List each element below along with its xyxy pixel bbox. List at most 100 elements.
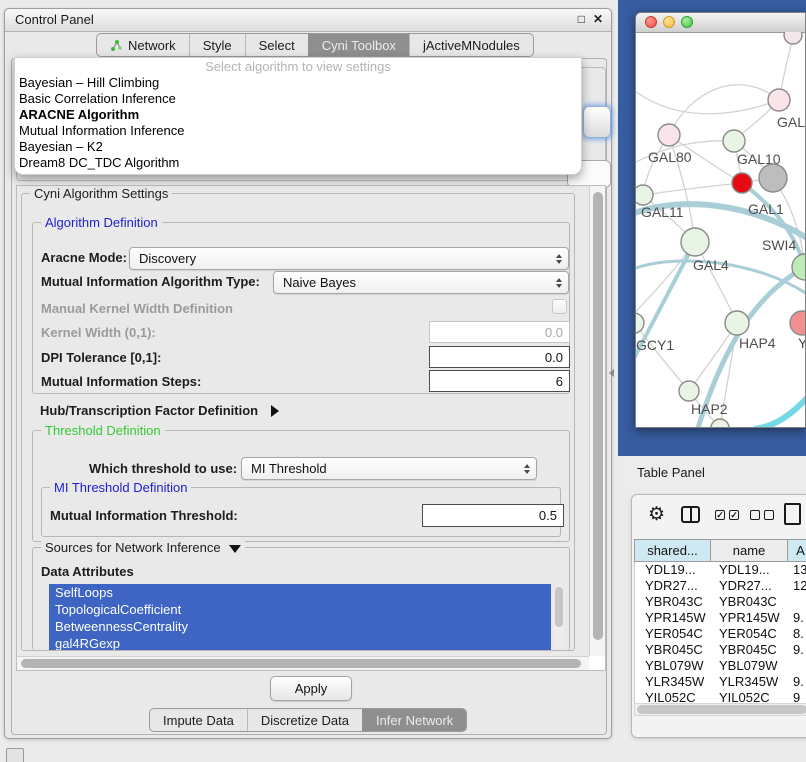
bottom-tab-impute-data[interactable]: Impute Data (150, 709, 247, 731)
gear-icon[interactable]: ⚙ (648, 504, 665, 526)
network-node-gal10[interactable] (723, 130, 745, 152)
attribute-item-betweennesscentrality[interactable]: BetweennessCentrality (49, 618, 551, 635)
algorithm-option-dream8-dc-tdc-algorithm[interactable]: Dream8 DC_TDC Algorithm (15, 155, 581, 171)
network-node-hap2[interactable] (679, 381, 699, 401)
network-node-gal4[interactable] (681, 228, 709, 256)
table-row[interactable]: YLR345WYLR345W9. (635, 674, 806, 690)
bottom-tab-discretize-data[interactable]: Discretize Data (247, 709, 362, 731)
close-traffic-light-icon[interactable] (645, 16, 657, 28)
tab-cyni-toolbox[interactable]: Cyni Toolbox (308, 34, 409, 56)
table-horizontal-scrollbar[interactable] (634, 703, 806, 716)
attribute-item-selfloops[interactable]: SelfLoops (49, 584, 551, 601)
tab-style[interactable]: Style (189, 34, 245, 56)
cell: YDR27... (645, 578, 698, 594)
checked-checkbox-icon[interactable]: ✓ (715, 510, 725, 520)
table-row[interactable]: YBL079WYBL079W (635, 658, 806, 674)
unchecked-checkbox-icon[interactable] (764, 510, 774, 520)
attributes-list-scrollbar[interactable] (554, 585, 564, 649)
apply-button-label: Apply (295, 681, 328, 696)
table-row[interactable]: YDL19...YDL19...13 (635, 562, 806, 578)
cell: YBR045C (645, 642, 703, 658)
network-node[interactable] (784, 32, 802, 44)
zoom-traffic-light-icon[interactable] (681, 16, 693, 28)
cell: YDL19... (719, 562, 770, 578)
node-label-y: Y (798, 335, 806, 351)
network-node-hap4[interactable] (725, 311, 749, 335)
settings-horizontal-scrollbar[interactable] (17, 656, 589, 670)
network-node-gal11[interactable] (636, 185, 653, 205)
tab-select[interactable]: Select (245, 34, 308, 56)
algorithm-option-mutual-information-inference[interactable]: Mutual Information Inference (15, 123, 581, 139)
attribute-item-topologicalcoefficient[interactable]: TopologicalCoefficient (49, 601, 551, 618)
network-node[interactable] (759, 164, 787, 192)
table-row[interactable]: YER054CYER054C8. (635, 626, 806, 642)
algorithm-combo-fragment[interactable] (583, 106, 611, 138)
dpi-tolerance-label: DPI Tolerance [0,1]: (41, 350, 161, 365)
table-row[interactable]: YPR145WYPR145W9. (635, 610, 806, 626)
column-header-a[interactable]: A (788, 539, 806, 562)
bottom-tab-infer-network[interactable]: Infer Network (362, 709, 466, 731)
network-node-gcy1[interactable] (636, 313, 644, 333)
unchecked-checkbox-icon[interactable] (750, 510, 760, 520)
apply-button[interactable]: Apply (270, 676, 352, 701)
bottom-tab-strip: Impute Data Discretize Data Infer Network (149, 708, 467, 732)
screen: Control Panel □ ✕ NetworkStyleSelectCyni… (0, 0, 806, 762)
cell: YIL052C (719, 690, 770, 703)
cell: YBL079W (645, 658, 704, 674)
scrollbar-corner (589, 656, 605, 670)
page-icon[interactable] (784, 503, 801, 525)
column-header-shared[interactable]: shared... (634, 539, 711, 562)
network-node-gal80[interactable] (658, 124, 680, 146)
aracne-mode-value: Discovery (139, 251, 196, 266)
checked-checkbox-icon[interactable]: ✓ (729, 510, 739, 520)
cyni-settings-group: Cyni Algorithm Settings Algorithm Defini… (21, 193, 575, 651)
cell: 12 (793, 578, 806, 594)
hub-definition-label: Hub/Transcription Factor Definition (40, 403, 258, 418)
columns-icon[interactable] (681, 506, 700, 523)
algorithm-option-aracne-algorithm[interactable]: ARACNE Algorithm (15, 107, 581, 123)
cell: YER054C (645, 626, 703, 642)
network-node-gal[interactable] (768, 89, 790, 111)
table-row[interactable]: YDR27...YDR27...12 (635, 578, 806, 594)
mi-threshold-field[interactable]: 0.5 (422, 504, 564, 527)
cell: YPR145W (719, 610, 780, 626)
aracne-mode-combo[interactable]: Discovery (129, 247, 569, 270)
network-window-titlebar (636, 13, 805, 33)
manual-kernel-label: Manual Kernel Width Definition (41, 301, 233, 316)
network-node-y[interactable] (790, 311, 806, 335)
minimize-traffic-light-icon[interactable] (663, 16, 675, 28)
algorithm-option-bayesian-k2[interactable]: Bayesian – K2 (15, 139, 581, 155)
settings-vertical-scrollbar[interactable] (589, 186, 605, 656)
attribute-item-gal4rgexp[interactable]: gal4RGexp (49, 635, 551, 650)
node-label-gal80: GAL80 (648, 149, 692, 165)
column-header-name[interactable]: name (711, 539, 788, 562)
table-row[interactable]: YBR045CYBR045C9. (635, 642, 806, 658)
cell: YDL19... (645, 562, 696, 578)
combo-arrows-icon (556, 254, 562, 264)
close-window-icon[interactable]: ✕ (593, 12, 603, 26)
tab-network[interactable]: Network (97, 34, 189, 56)
mi-steps-field[interactable]: 6 (429, 370, 570, 392)
network-canvas[interactable]: GALGAL80GAL10GAL1GAL11SWI4GAL4GCY1HAP4YH… (636, 32, 806, 428)
table-row[interactable]: YIL052CYIL052C9 (635, 690, 806, 703)
tab-label: Discretize Data (261, 713, 349, 728)
threshold-definition-group: Threshold Definition Which threshold to … (32, 430, 570, 542)
dpi-tolerance-field[interactable]: 0.0 (429, 346, 570, 368)
hub-definition-expander[interactable]: Hub/Transcription Factor Definition (40, 402, 279, 420)
which-threshold-combo[interactable]: MI Threshold (241, 457, 537, 480)
table-row[interactable]: YBR043CYBR043C (635, 594, 806, 610)
node-label-gal1: GAL1 (748, 201, 784, 217)
data-attributes-label: Data Attributes (41, 564, 134, 579)
cell: 8. (793, 626, 804, 642)
split-pane-collapse-icon[interactable] (609, 369, 614, 377)
node-label-gcy1: GCY1 (636, 337, 674, 353)
network-node-gal1[interactable] (732, 173, 752, 193)
algorithm-option-bayesian-hill-climbing[interactable]: Bayesian – Hill Climbing (15, 75, 581, 91)
bottom-left-chip[interactable] (6, 748, 24, 762)
float-window-icon[interactable]: □ (578, 12, 585, 26)
tab-jactivemnodules[interactable]: jActiveMNodules (409, 34, 533, 56)
mi-type-combo[interactable]: Naive Bayes (273, 271, 569, 294)
cell: YBR045C (719, 642, 777, 658)
algorithm-option-basic-correlation-inference[interactable]: Basic Correlation Inference (15, 91, 581, 107)
sources-group-title[interactable]: Sources for Network Inference (41, 540, 245, 555)
